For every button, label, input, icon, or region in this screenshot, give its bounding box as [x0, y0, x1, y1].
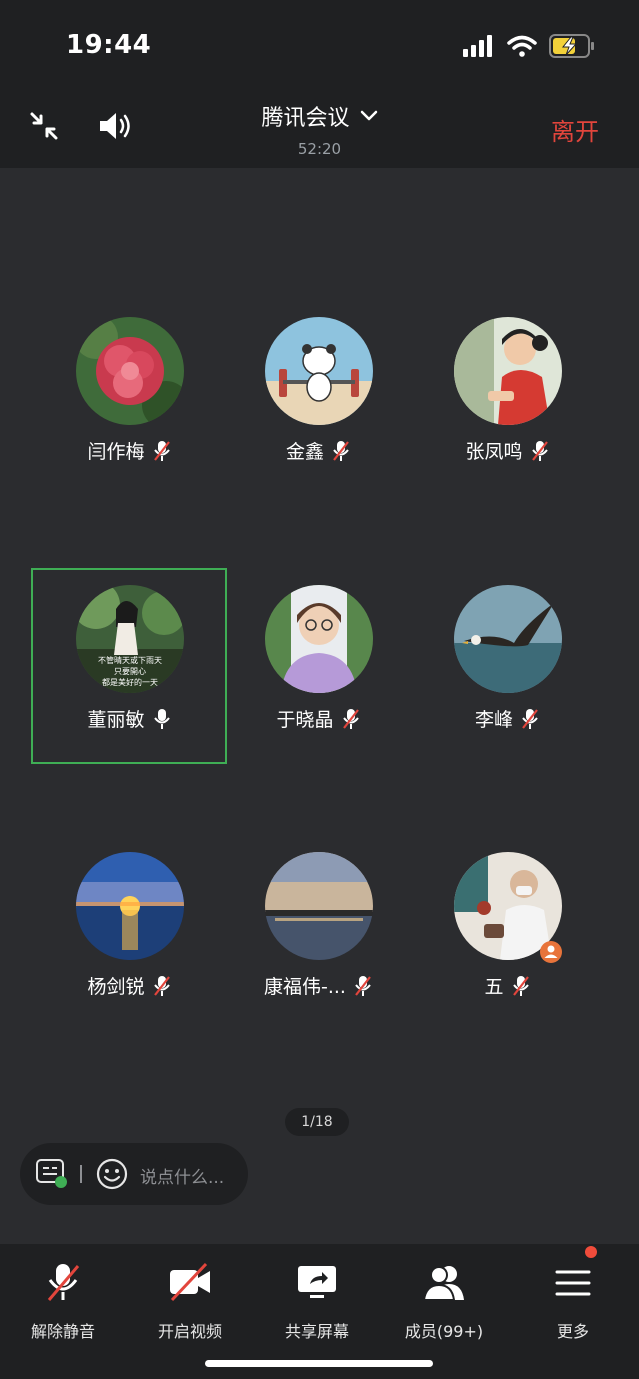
- video-off-icon: [170, 1262, 210, 1302]
- participant-name: 杨剑锐: [87, 976, 145, 998]
- participant-tile[interactable]: 五: [409, 835, 605, 1031]
- participant-tile[interactable]: 闫作梅: [31, 300, 227, 496]
- start-video-button[interactable]: 开启视频: [130, 1262, 250, 1342]
- page-indicator: 1/18: [285, 1108, 349, 1136]
- battery-icon: [549, 34, 594, 58]
- avatar: [76, 852, 184, 960]
- avatar-caption-2: 只要開心: [114, 667, 146, 676]
- share-screen-icon: [298, 1266, 336, 1298]
- bottom-toolbar: 解除静音 开启视频 共享屏幕 成员(99+) 更多: [0, 1244, 639, 1379]
- mic-muted-icon: [355, 975, 371, 996]
- meeting-duration: 52:20: [297, 140, 342, 158]
- status-icons: [463, 34, 595, 58]
- avatar: [265, 317, 373, 425]
- participant-name: 康福伟-...: [264, 976, 346, 998]
- participant-name: 于晓晶: [276, 709, 334, 731]
- unmute-button[interactable]: 解除静音: [3, 1262, 123, 1342]
- avatar: [454, 585, 562, 693]
- meeting-title-area[interactable]: 腾讯会议 52:20: [0, 100, 639, 158]
- participant-tile[interactable]: 于晓晶: [220, 568, 416, 764]
- signal-icon: [463, 35, 492, 57]
- mic-icon: [153, 708, 170, 729]
- home-indicator[interactable]: [205, 1360, 433, 1367]
- menu-icon: [555, 1270, 591, 1296]
- wifi-icon: [507, 35, 537, 57]
- participant-tile-active-speaker[interactable]: 不管晴天或下雨天 只要開心 都是美好的一天 董丽敏: [31, 568, 227, 764]
- mic-muted-icon: [342, 708, 359, 729]
- chevron-down-icon: [360, 110, 377, 121]
- share-screen-button[interactable]: 共享屏幕: [257, 1262, 377, 1342]
- avatar: [265, 585, 373, 693]
- participant-tile[interactable]: 张凤鸣: [409, 300, 605, 496]
- mic-muted-icon: [153, 440, 170, 461]
- participant-name: 李峰: [474, 709, 513, 731]
- share-screen-label: 共享屏幕: [284, 1322, 349, 1341]
- participant-name: 金鑫: [285, 441, 324, 463]
- participant-name: 董丽敏: [87, 709, 145, 731]
- members-icon: [422, 1266, 464, 1301]
- host-badge-icon: [540, 941, 562, 963]
- avatar: 不管晴天或下雨天 只要開心 都是美好的一天: [76, 585, 184, 693]
- status-time: 19:44: [66, 30, 152, 60]
- divider: [80, 1165, 82, 1183]
- mic-muted-icon: [512, 975, 529, 996]
- participant-name: 张凤鸣: [465, 441, 523, 463]
- participant-name: 闫作梅: [87, 441, 145, 463]
- participant-tile[interactable]: 李峰: [409, 568, 605, 764]
- mic-muted-icon: [531, 440, 548, 461]
- mic-muted-icon: [153, 975, 170, 996]
- participant-tile[interactable]: 康福伟-...: [220, 835, 416, 1031]
- mic-muted-icon: [333, 440, 349, 461]
- more-button[interactable]: 更多: [513, 1246, 633, 1342]
- chat-bar[interactable]: 说点什么...: [20, 1143, 248, 1205]
- chat-input-placeholder[interactable]: 说点什么...: [140, 1163, 224, 1188]
- participant-tile[interactable]: 杨剑锐: [31, 835, 227, 1031]
- participant-name: 五: [484, 976, 504, 998]
- meeting-title: 腾讯会议: [261, 106, 350, 131]
- avatar-caption-1: 不管晴天或下雨天: [98, 655, 162, 665]
- mic-muted-icon: [522, 708, 538, 729]
- members-label: 成员(99+): [404, 1322, 484, 1341]
- captions-icon[interactable]: [36, 1159, 68, 1189]
- avatar: [265, 852, 373, 960]
- avatar: [76, 317, 184, 425]
- unmute-label: 解除静音: [30, 1322, 95, 1341]
- leave-button[interactable]: 离开: [551, 112, 599, 147]
- members-button[interactable]: 成员(99+): [384, 1262, 504, 1342]
- mic-muted-icon: [47, 1264, 80, 1301]
- more-label: 更多: [556, 1322, 589, 1341]
- notification-dot: [585, 1246, 597, 1258]
- participant-tile[interactable]: 金鑫: [220, 300, 416, 496]
- avatar-caption-3: 都是美好的一天: [102, 677, 158, 687]
- start-video-label: 开启视频: [157, 1322, 222, 1341]
- avatar: [454, 317, 562, 425]
- emoji-icon[interactable]: [96, 1158, 128, 1190]
- top-bar: 19:44 腾讯会议 52:20 离开: [0, 0, 639, 168]
